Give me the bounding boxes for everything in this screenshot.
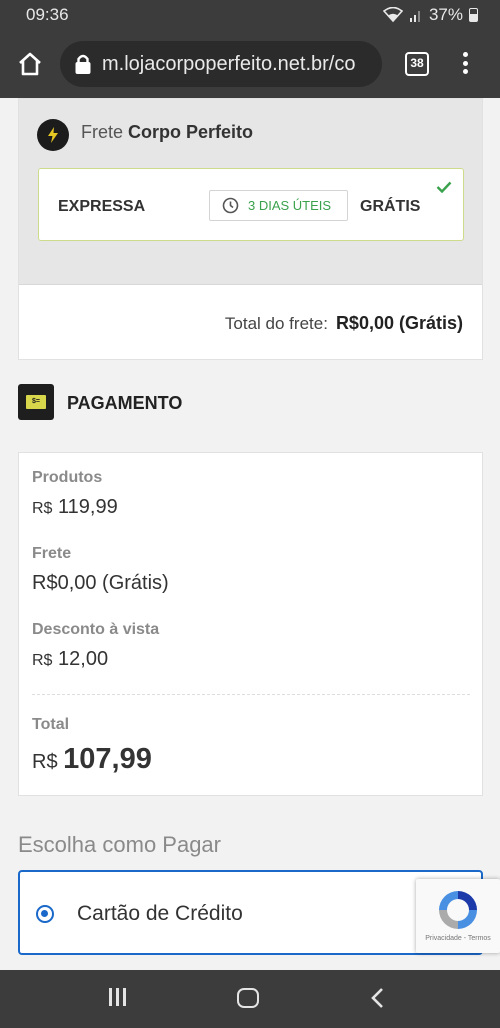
back-icon[interactable] [370, 987, 386, 1009]
products-value: R$ 119,99 [32, 496, 118, 519]
overflow-menu-icon[interactable] [460, 52, 470, 78]
payment-title: PAGAMENTO [67, 393, 183, 413]
shipping-option-express[interactable]: EXPRESSA 3 DIAS ÚTEIS GRÁTIS [38, 168, 464, 241]
recents-icon[interactable] [107, 988, 129, 1008]
products-label: Produtos [32, 469, 103, 486]
recaptcha-badge[interactable]: Privacidade - Termos [416, 879, 500, 953]
shipping-options: Frete Corpo Perfeito EXPRESSA 3 DIAS ÚTE… [19, 99, 482, 285]
address-bar[interactable]: m.lojacorpoperfeito.net.br/co [60, 41, 382, 87]
clock-icon [222, 197, 239, 214]
discount-currency: R$ [32, 652, 53, 669]
payment-method-credit-card[interactable]: Cartão de Crédito [18, 870, 483, 955]
shipping-label-prefix: Frete [81, 122, 124, 142]
recaptcha-icon [439, 891, 477, 929]
delivery-days: 3 DIAS ÚTEIS [248, 198, 332, 213]
android-nav-bar [0, 970, 500, 1028]
battery-icon [469, 8, 478, 22]
shipping-carrier-name: Corpo Perfeito [128, 122, 254, 142]
discount-label: Desconto à vista [32, 621, 160, 638]
total-amount: 107,99 [63, 743, 152, 775]
signal-icon [409, 11, 420, 22]
total-currency: R$ [32, 751, 58, 773]
check-icon [436, 181, 452, 193]
freight-label: Frete [32, 545, 72, 562]
shipping-option-price: GRÁTIS [360, 198, 421, 215]
shipping-carrier-label: Frete Corpo Perfeito [81, 122, 253, 143]
browser-toolbar: m.lojacorpoperfeito.net.br/co 38 [0, 30, 500, 98]
payment-icon-card: $= [26, 395, 46, 409]
credit-card-label: Cartão de Crédito [77, 902, 243, 925]
nav-home-icon[interactable] [237, 988, 259, 1008]
delivery-days-badge: 3 DIAS ÚTEIS [209, 190, 348, 221]
choose-payment-title: Escolha como Pagar [18, 832, 221, 857]
bolt-icon [37, 119, 69, 151]
status-bar: 09:36 37% [0, 0, 500, 30]
freight-value: R$0,00 (Grátis) [32, 572, 169, 594]
wifi-icon [382, 7, 403, 23]
url-text: m.lojacorpoperfeito.net.br/co [102, 53, 356, 75]
tab-switcher-button[interactable]: 38 [405, 52, 429, 76]
credit-card-radio[interactable] [36, 905, 54, 923]
products-currency: R$ [32, 500, 53, 517]
status-icons: 37% [382, 5, 478, 25]
discount-amount: 12,00 [58, 648, 109, 670]
shipping-card: Frete Corpo Perfeito EXPRESSA 3 DIAS ÚTE… [18, 98, 483, 360]
summary-divider [32, 694, 470, 695]
total-freight: Total do frete: R$0,00 (Grátis) [225, 313, 463, 334]
total-freight-label: Total do frete: [224, 314, 328, 333]
total-value: R$ 107,99 [32, 743, 152, 776]
recaptcha-links[interactable]: Privacidade - Termos [416, 935, 500, 942]
payment-icon: $= [18, 384, 54, 420]
products-amount: 119,99 [58, 496, 118, 518]
status-time: 09:36 [26, 5, 69, 24]
home-icon[interactable] [16, 50, 44, 78]
order-summary-card: Produtos R$ 119,99 Frete R$0,00 (Grátis)… [18, 452, 483, 796]
lock-icon [75, 54, 91, 74]
total-label: Total [32, 716, 70, 733]
shipping-option-name: EXPRESSA [58, 198, 146, 215]
total-freight-value: R$0,00 (Grátis) [335, 313, 463, 333]
discount-value: R$ 12,00 [32, 648, 108, 671]
battery-percent: 37% [428, 5, 463, 24]
